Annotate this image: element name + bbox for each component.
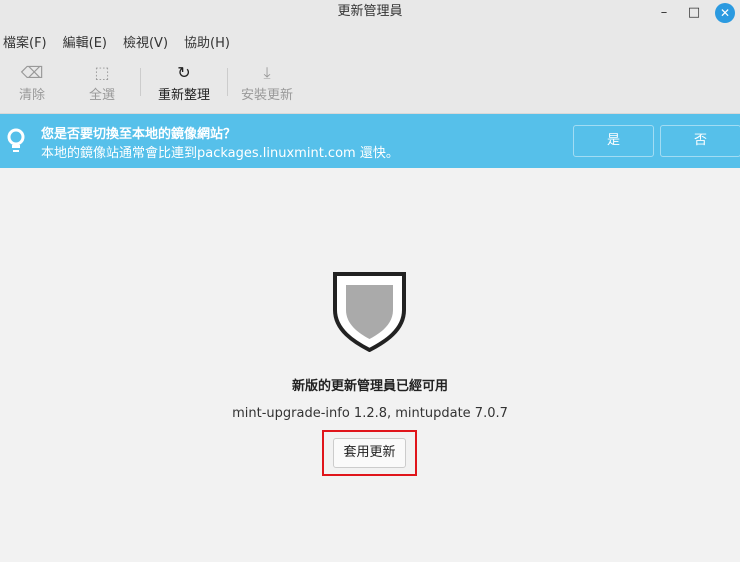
clear-label: 清除 [18,88,45,103]
package-versions: mint-upgrade-info 1.2.8, mintupdate 7.0.… [232,406,508,421]
infobar-title: 您是否要切換至本地的鏡像網站？ [41,127,237,142]
install-updates-button[interactable]: ⤓ 安裝更新 [228,62,306,103]
select-all-icon: ⬚ [94,63,110,82]
download-icon: ⤓ [263,63,271,82]
select-all-button[interactable]: ⬚ 全選 [64,62,140,103]
shield-icon [333,272,406,352]
menu-view[interactable]: 檢視(V) [123,32,168,51]
yes-button[interactable]: 是 [573,125,654,157]
mirror-infobar: 您是否要切換至本地的鏡像網站？ 本地的鏡像站通常會比連到packages.lin… [0,114,740,168]
menu-edit[interactable]: 編輯(E) [63,32,107,51]
window-title: 更新管理員 [337,4,403,19]
select-all-label: 全選 [88,88,115,103]
title-bar: 更新管理員 – □ ✕ [0,0,740,26]
refresh-icon: ↻ [177,63,191,82]
menu-help[interactable]: 協助(H) [184,32,230,51]
clear-button[interactable]: ⌫ 清除 [0,62,64,103]
menu-bar: 檔案(F) 編輯(E) 檢視(V) 協助(H) [0,26,740,56]
infobar-text: 本地的鏡像站通常會比連到packages.linuxmint.com 還快。 [41,146,399,161]
update-heading: 新版的更新管理員已經可用 [291,379,448,394]
refresh-label: 重新整理 [157,88,210,103]
close-button[interactable]: ✕ [715,3,735,23]
install-updates-label: 安裝更新 [240,88,293,103]
refresh-button[interactable]: ↻ 重新整理 [141,62,227,103]
toolbar: ⌫ 清除 ⬚ 全選 ↻ 重新整理 ⤓ 安裝更新 [0,56,740,114]
backspace-icon: ⌫ [20,63,44,82]
lightbulb-icon [6,128,26,159]
menu-file[interactable]: 檔案(F) [3,32,47,51]
no-button[interactable]: 否 [660,125,740,157]
apply-update-button[interactable]: 套用更新 [333,438,406,468]
minimize-button[interactable]: – [654,3,674,23]
main-content: 新版的更新管理員已經可用 mint-upgrade-info 1.2.8, mi… [0,168,740,562]
maximize-button[interactable]: □ [684,3,704,23]
